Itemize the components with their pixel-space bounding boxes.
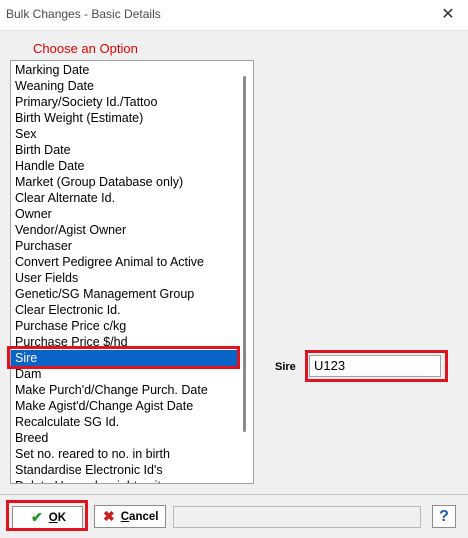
list-item[interactable]: Sex [11,126,237,142]
list-item[interactable]: Vendor/Agist Owner [11,222,237,238]
help-icon: ? [439,507,449,525]
cancel-button[interactable]: ✖ Cancel [94,505,166,528]
list-item[interactable]: Clear Alternate Id. [11,190,237,206]
choose-option-label: Choose an Option [33,41,138,56]
list-item[interactable]: Owner [11,206,237,222]
list-item[interactable]: Marking Date [11,62,237,78]
option-list: Marking Date Weaning Date Primary/Society … [11,62,237,483]
close-icon[interactable]: ✕ [434,2,462,26]
list-item[interactable]: Set no. reared to no. in birth [11,446,237,462]
cancel-button-label: Cancel [121,511,159,523]
sire-label: Sire [275,361,296,373]
list-item[interactable]: Recalculate SG Id. [11,414,237,430]
list-item[interactable]: Delete Unused weight units [11,478,237,483]
option-listbox[interactable]: Marking Date Weaning Date Primary/Society … [10,60,254,484]
list-item[interactable]: Handle Date [11,158,237,174]
title-bar: Bulk Changes - Basic Details ✕ [0,0,468,31]
cancel-label-rest: ancel [129,510,159,523]
list-item[interactable]: Primary/Society Id./Tattoo [11,94,237,110]
status-field [173,506,421,528]
list-item[interactable]: User Fields [11,270,237,286]
list-item[interactable]: Standardise Electronic Id's [11,462,237,478]
cancel-accelerator: C [120,510,130,523]
list-item[interactable]: Purchaser [11,238,237,254]
list-item[interactable]: Weaning Date [11,78,237,94]
cancel-x-icon: ✖ [103,508,115,524]
list-item[interactable]: Purchase Price c/kg [11,318,237,334]
window-title: Bulk Changes - Basic Details [6,7,161,21]
listbox-scrollbar[interactable] [238,62,252,482]
highlight-sire-input [305,350,448,382]
list-item[interactable]: Clear Electronic Id. [11,302,237,318]
list-item[interactable]: Birth Date [11,142,237,158]
highlight-ok-button [6,500,88,531]
list-item[interactable]: Make Purch'd/Change Purch. Date [11,382,237,398]
list-item[interactable]: Birth Weight (Estimate) [11,110,237,126]
highlight-selected-option [7,346,240,369]
list-item[interactable]: Make Agist'd/Change Agist Date [11,398,237,414]
scrollbar-thumb[interactable] [243,76,246,432]
list-item[interactable]: Breed [11,430,237,446]
help-button[interactable]: ? [432,505,456,528]
list-item[interactable]: Genetic/SG Management Group [11,286,237,302]
list-item[interactable]: Convert Pedigree Animal to Active [11,254,237,270]
list-item[interactable]: Market (Group Database only) [11,174,237,190]
